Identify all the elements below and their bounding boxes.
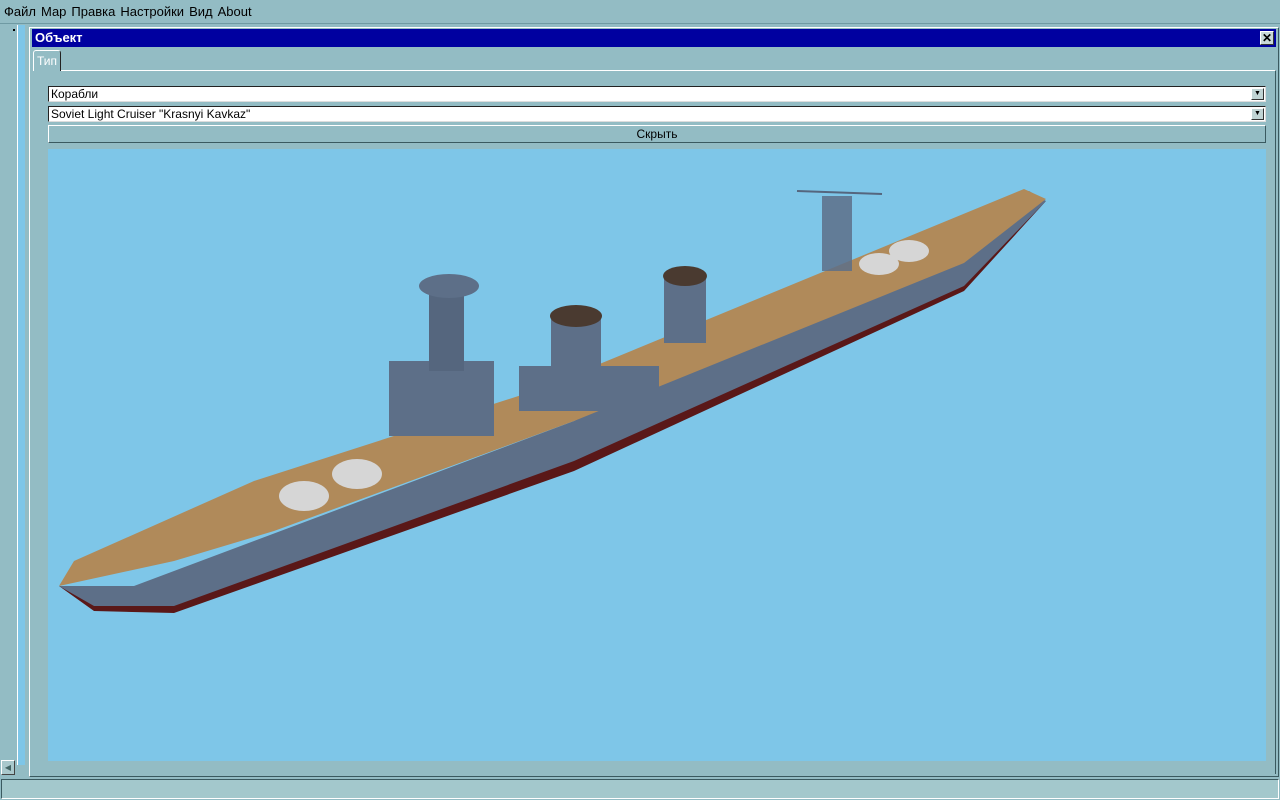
tab-panel: Корабли ▼ Soviet Light Cruiser "Krasnyi … (33, 70, 1276, 774)
object-select-value: Soviet Light Cruiser "Krasnyi Kavkaz" (51, 107, 251, 121)
hide-button[interactable]: Скрыть (48, 125, 1266, 143)
menu-settings[interactable]: Настройки (120, 4, 184, 19)
left-scroll-track[interactable] (17, 25, 25, 765)
turret-base (279, 481, 329, 511)
funnel-top (550, 305, 602, 327)
window-title: Объект (35, 30, 83, 45)
scroll-left-button[interactable]: ◀ (1, 760, 15, 775)
status-bar (1, 779, 1279, 799)
object-select[interactable]: Soviet Light Cruiser "Krasnyi Kavkaz" ▼ (48, 106, 1266, 122)
mast-top (419, 274, 479, 298)
turret-base (889, 240, 929, 262)
close-icon[interactable]: ✕ (1260, 31, 1274, 45)
menu-map[interactable]: Мар (41, 4, 66, 19)
object-window: Объект ✕ Тип Корабли ▼ Soviet Light Crui… (29, 27, 1279, 777)
marker (13, 29, 15, 31)
menu-file[interactable]: Файл (4, 4, 36, 19)
bridge (389, 361, 494, 436)
menu-bar: Файл Мар Правка Настройки Вид About (0, 0, 1280, 24)
category-select-value: Корабли (51, 87, 99, 101)
menu-view[interactable]: Вид (189, 4, 213, 19)
ship-model (59, 189, 1046, 613)
menu-edit[interactable]: Правка (71, 4, 115, 19)
funnel-top (663, 266, 707, 286)
rear-mast (822, 196, 852, 271)
menu-about[interactable]: About (218, 4, 252, 19)
window-titlebar[interactable]: Объект ✕ (32, 29, 1276, 47)
chevron-down-icon[interactable]: ▼ (1251, 88, 1264, 100)
3d-viewport[interactable] (48, 149, 1266, 761)
chevron-down-icon[interactable]: ▼ (1251, 108, 1264, 120)
left-panel (0, 25, 28, 777)
superstructure (519, 366, 659, 411)
tab-type[interactable]: Тип (33, 50, 61, 71)
category-select[interactable]: Корабли ▼ (48, 86, 1266, 102)
turret-base (332, 459, 382, 489)
